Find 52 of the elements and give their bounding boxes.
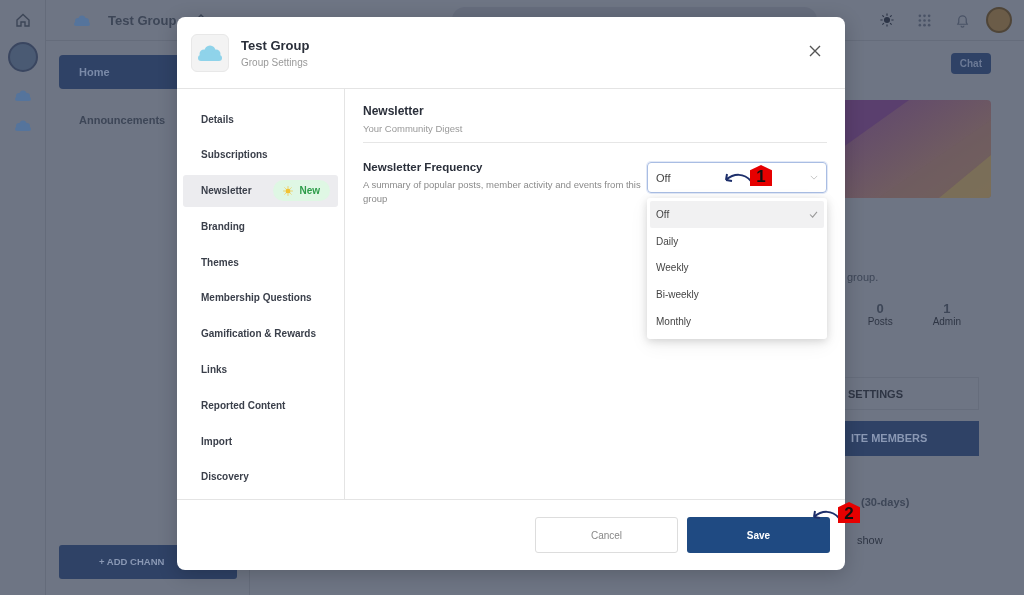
settings-nav-item[interactable]: Links [183,353,338,386]
sun-icon [283,185,294,196]
dropdown-option[interactable]: Off [650,201,824,228]
home-icon[interactable] [14,12,31,28]
group-icon [72,13,92,27]
save-button[interactable]: Save [687,517,830,553]
nav-label: Reported Content [201,399,286,411]
nav-label: Links [201,364,228,376]
section-subtitle: Your Community Digest [363,123,464,134]
nav-label: Subscriptions [201,149,268,161]
group-avatar[interactable] [7,42,38,72]
nav-label: Details [201,113,234,125]
bell-icon[interactable] [955,12,970,28]
settings-nav-item[interactable]: Branding [183,210,338,243]
settings-nav-item[interactable]: Discovery [183,460,338,493]
group-icon[interactable] [12,88,33,102]
chevron-icon [810,175,818,180]
settings-nav-item[interactable]: Gamification & Rewards [183,317,338,350]
settings-nav-item[interactable]: Newsletter New [183,174,338,207]
nav-label: Gamification & Rewards [201,328,317,340]
field-description: A summary of popular posts, member activity and events from this group [363,178,642,206]
step-number-badge: 2 [838,502,860,523]
close-icon[interactable] [809,44,821,57]
badge-label: New [299,185,320,197]
nav-label: Membership Questions [201,292,312,304]
sun-icon[interactable] [880,13,894,27]
settings-nav-item[interactable]: Membership Questions [183,282,338,314]
stat-label: Posts [867,316,893,327]
dropdown-option[interactable]: Bi-weekly [650,281,824,309]
settings-nav-item[interactable]: Subscriptions [183,138,338,171]
user-avatar[interactable] [986,7,1012,33]
nav-label: Import [201,435,233,447]
group-icon[interactable] [12,118,33,132]
stat-label: Admin [932,316,961,327]
settings-nav-item[interactable]: Reported Content [183,389,338,422]
dropdown-option[interactable]: Weekly [650,254,824,282]
dropdown-option[interactable]: Daily [650,227,824,255]
dropdown-option[interactable]: Monthly [650,308,824,335]
nav-label: Newsletter [201,185,252,197]
nav-label: Branding [201,220,245,232]
nav-label: Themes [201,256,239,268]
group-logo-icon [191,33,229,72]
grid-icon[interactable] [918,13,931,27]
dialog-title: Test Group [241,37,311,53]
field-label: Newsletter Frequency [363,161,484,173]
settings-nav-item[interactable]: Themes [183,246,338,279]
settings-nav-item[interactable]: Import [183,425,338,458]
nav-label: Discovery [201,471,249,483]
settings-nav-item[interactable]: Details [183,103,338,135]
cancel-button[interactable]: Cancel [535,517,678,553]
section-title: Newsletter [363,104,425,118]
check-icon [809,210,818,218]
